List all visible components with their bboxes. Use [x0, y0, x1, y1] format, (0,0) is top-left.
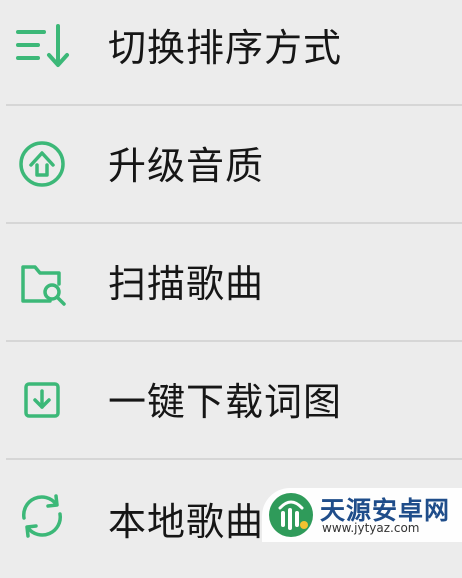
menu-item-scan-songs[interactable]: 扫描歌曲 — [0, 224, 462, 342]
watermark-logo-icon — [268, 492, 314, 538]
menu-item-switch-sort[interactable]: 切换排序方式 — [0, 0, 462, 106]
watermark-url: www.jytyaz.com — [322, 521, 420, 535]
upgrade-quality-icon — [14, 136, 70, 192]
sync-icon — [14, 488, 70, 544]
scan-folder-icon — [14, 256, 70, 312]
menu-item-download-lyrics[interactable]: 一键下载词图 — [0, 342, 462, 460]
menu-item-label: 升级音质 — [108, 144, 265, 188]
download-icon — [14, 374, 70, 430]
menu-item-label: 扫描歌曲 — [108, 262, 265, 306]
menu-item-upgrade-quality[interactable]: 升级音质 — [0, 106, 462, 224]
menu-item-label: 本地歌曲 — [108, 500, 265, 544]
menu-item-label: 一键下载词图 — [108, 380, 343, 424]
more-options-menu: 切换排序方式 升级音质 扫描歌曲 一键下载词图 本地歌曲 — [0, 0, 462, 544]
watermark: 天源安卓网 www.jytyaz.com — [262, 488, 462, 542]
sort-icon — [14, 18, 70, 74]
menu-item-label: 切换排序方式 — [108, 26, 343, 70]
